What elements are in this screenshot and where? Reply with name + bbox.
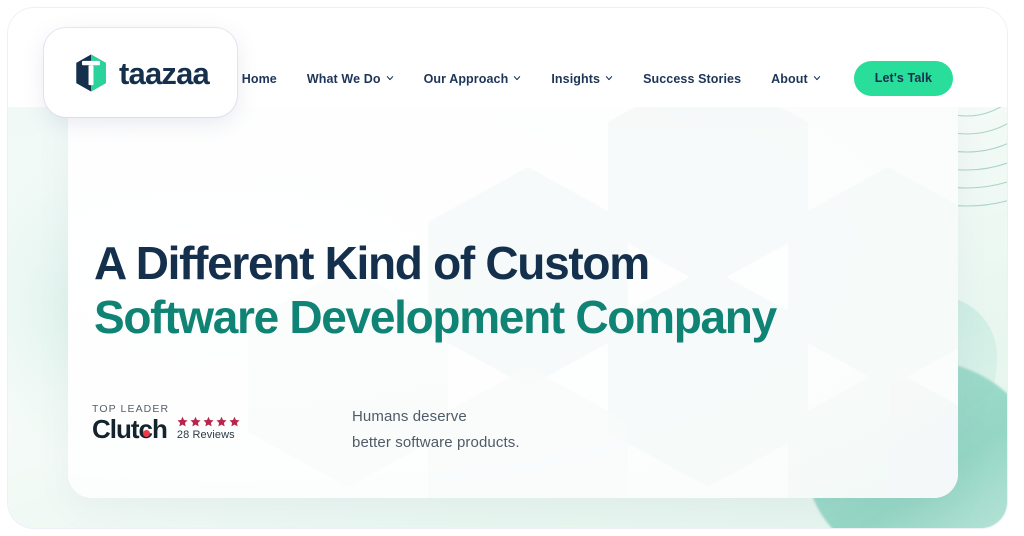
star-icon (177, 416, 188, 427)
nav-item-label: Our Approach (423, 71, 509, 86)
hero-card: A Different Kind of Custom Software Deve… (68, 107, 958, 498)
clutch-wordmark-text: Clutch (92, 413, 168, 444)
taazaa-hexagon-logo-icon (72, 53, 110, 93)
clutch-red-dot-icon (142, 429, 150, 437)
clutch-wordmark: Clutch (92, 413, 168, 444)
nav-item-what-we-do[interactable]: What We Do (292, 72, 409, 86)
nav-item-home[interactable]: Home (242, 72, 292, 86)
hero-tagline: Humans deserve better software products. (352, 407, 520, 451)
nav-item-insights[interactable]: Insights (536, 72, 628, 86)
nav-item-success-stories[interactable]: Success Stories (628, 72, 756, 86)
star-icon (190, 416, 201, 427)
clutch-badge[interactable]: TOP LEADER Clutch 28 Reviews (92, 399, 342, 442)
clutch-reviews-block: 28 Reviews (177, 416, 240, 442)
chevron-down-icon (386, 74, 394, 82)
rating-stars (177, 416, 240, 427)
page-shell: A Different Kind of Custom Software Deve… (8, 8, 1007, 528)
nav-item-our-approach[interactable]: Our Approach (409, 72, 537, 86)
lets-talk-button[interactable]: Let's Talk (853, 61, 953, 96)
brand-name: taazaa (119, 56, 210, 91)
chevron-down-icon (513, 74, 521, 82)
nav-item-label: What We Do (306, 71, 381, 86)
nav-item-label: Success Stories (643, 71, 742, 86)
headline-line-1: A Different Kind of Custom (94, 237, 650, 289)
nav-menu: Home What We Do Our Approach Insights Su… (242, 61, 953, 96)
nav-item-about[interactable]: About (756, 72, 836, 86)
star-icon (203, 416, 214, 427)
chevron-down-icon (605, 74, 613, 82)
chevron-down-icon (813, 74, 821, 82)
page-title: A Different Kind of Custom Software Deve… (94, 237, 777, 345)
reviews-count: 28 Reviews (176, 428, 235, 441)
brand-logo-card[interactable]: taazaa (44, 28, 237, 117)
nav-item-label: Insights (551, 71, 601, 86)
star-icon (229, 416, 240, 427)
hero-content: A Different Kind of Custom Software Deve… (68, 107, 958, 498)
headline-line-2: Software Development Company (94, 290, 777, 343)
nav-item-label: About (771, 71, 808, 86)
star-icon (216, 416, 227, 427)
social-proof-row: TOP LEADER Clutch 28 Reviews Humans dese… (92, 399, 520, 457)
nav-item-label: Home (241, 71, 277, 86)
